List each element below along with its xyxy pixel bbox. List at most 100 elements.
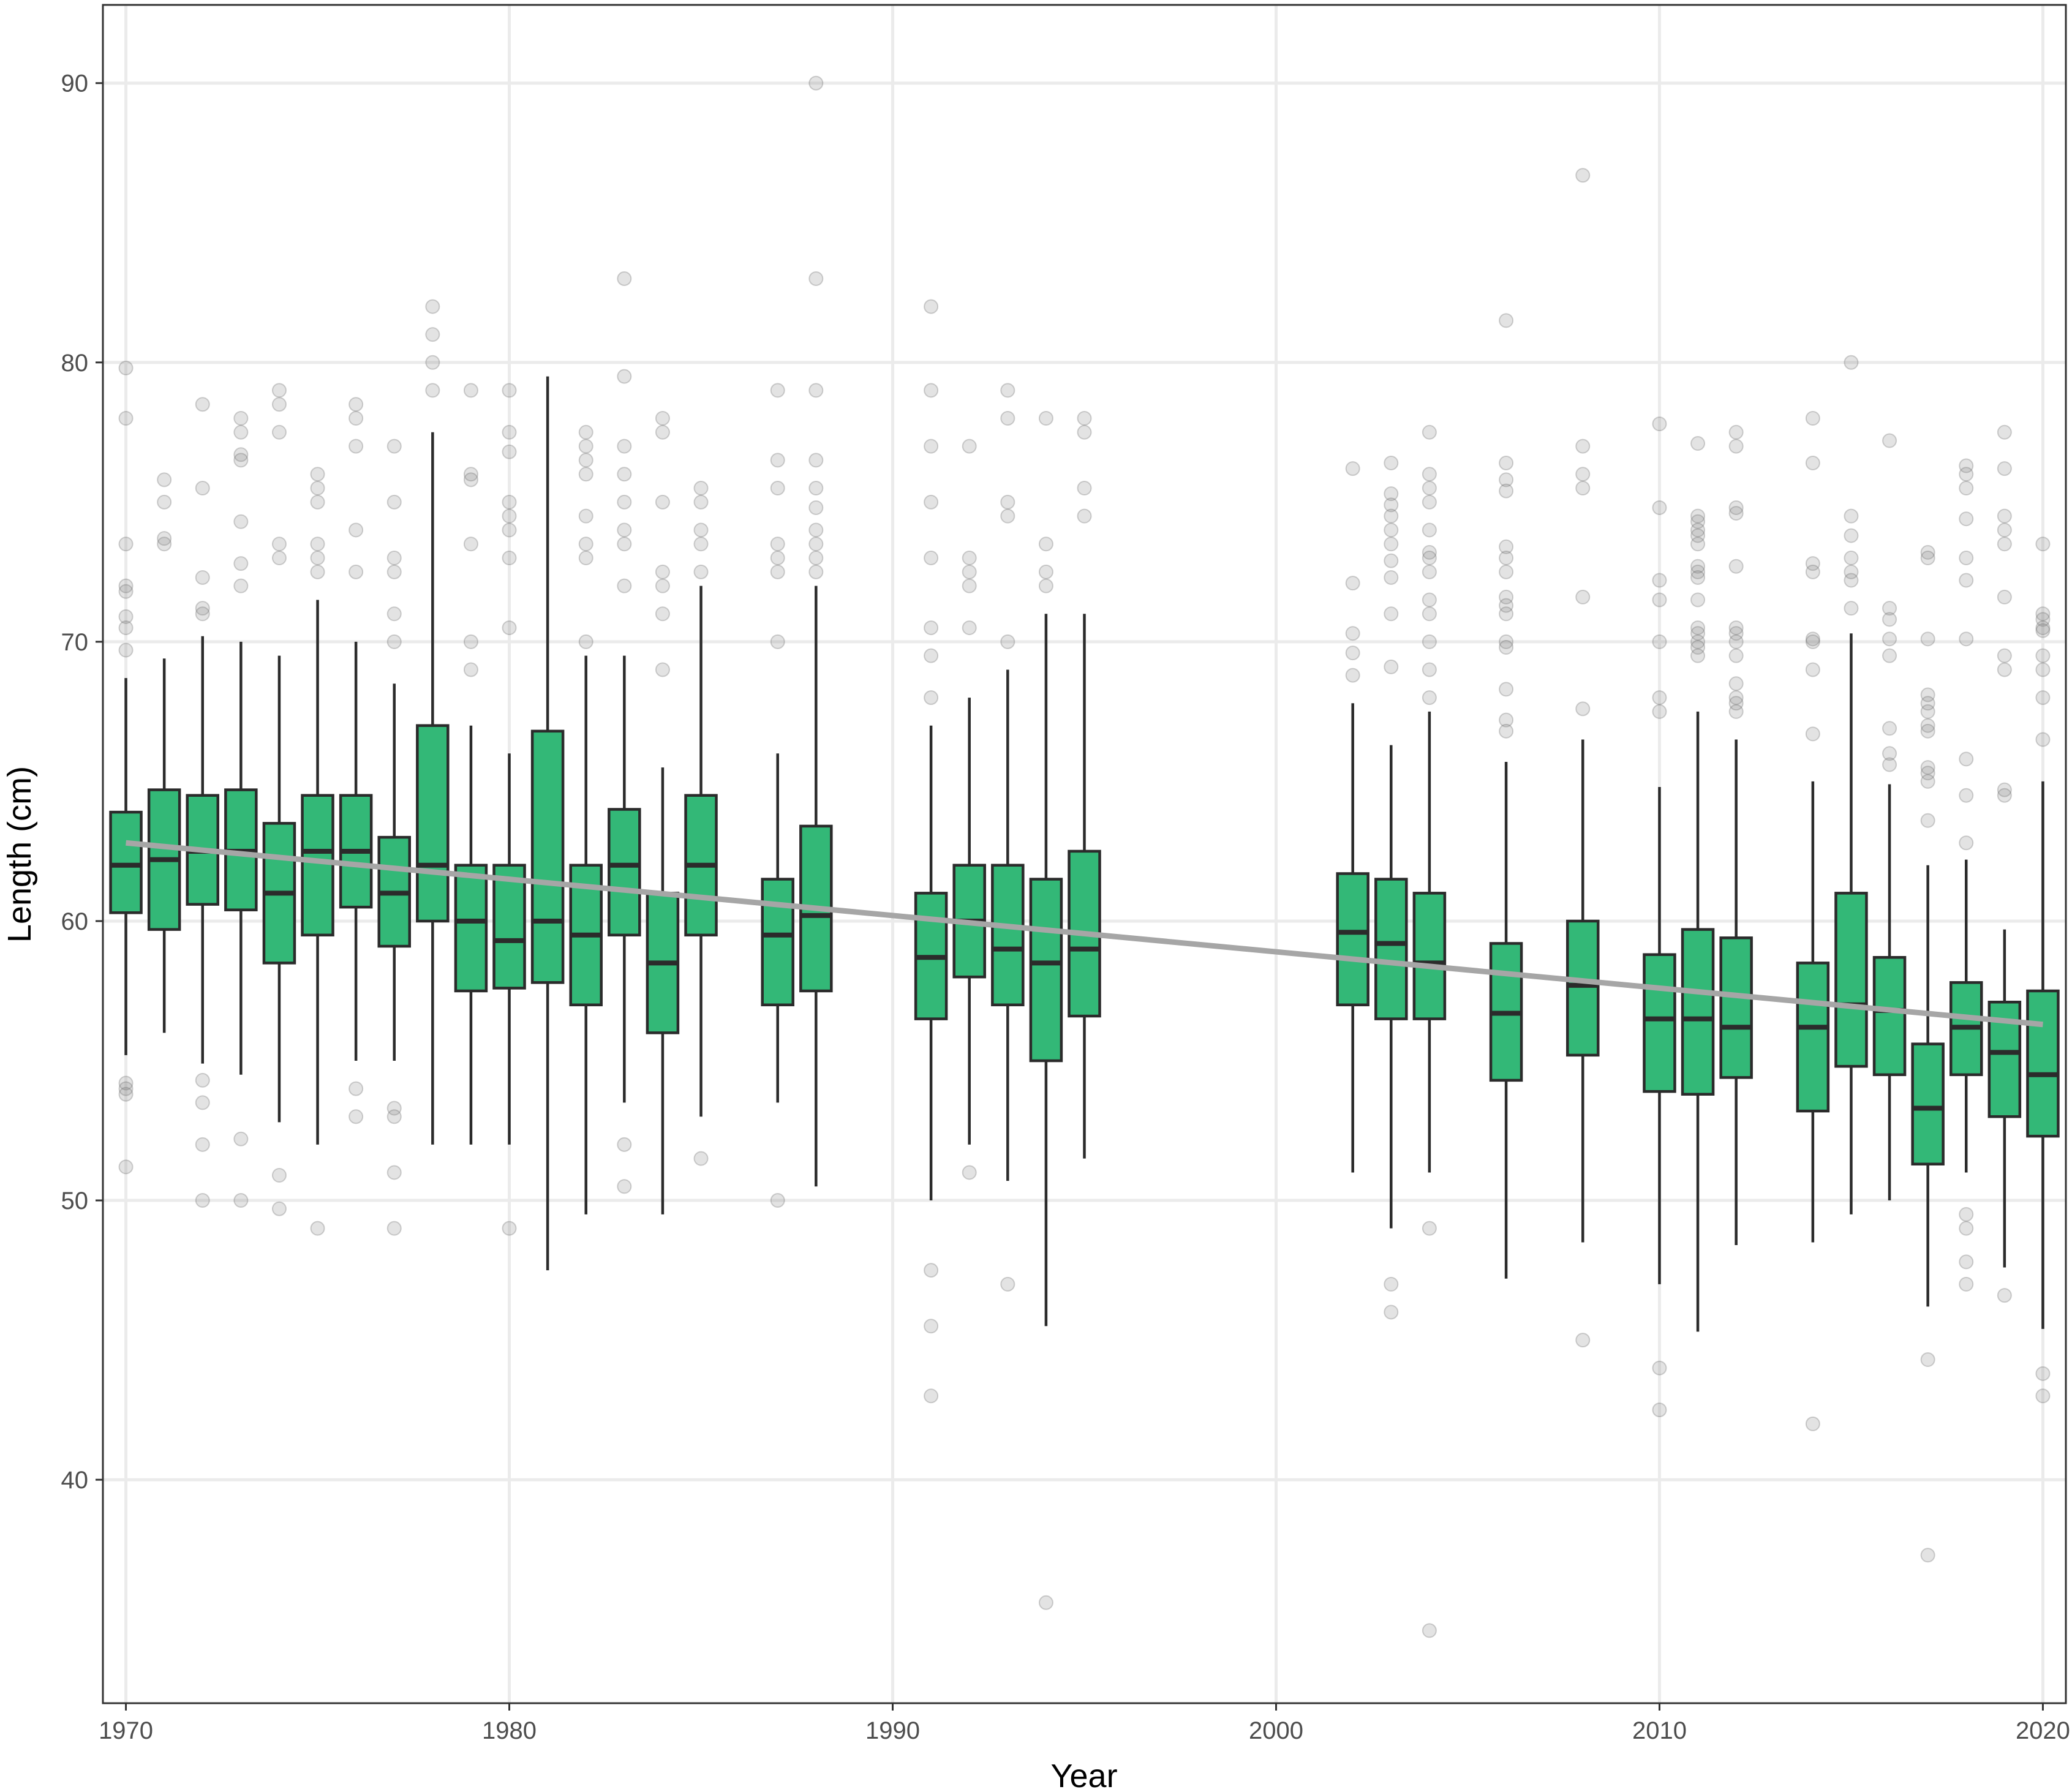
outlier-point xyxy=(1959,1276,1974,1292)
outlier-point xyxy=(386,1221,402,1236)
outlier-point xyxy=(1728,439,1744,454)
outlier-point xyxy=(1997,589,2012,604)
outlier-point xyxy=(233,1193,249,1208)
outlier-point xyxy=(1652,704,1667,719)
outlier-point xyxy=(2035,732,2051,747)
outlier-point xyxy=(924,1319,939,1334)
outlier-point xyxy=(425,299,440,314)
outlier-point xyxy=(1959,1221,1974,1236)
outlier-point xyxy=(578,508,593,524)
outlier-point xyxy=(463,472,478,488)
outlier-point xyxy=(1345,626,1360,641)
x-tick-label: 1990 xyxy=(865,1717,920,1744)
outlier-point xyxy=(655,578,670,593)
outlier-point xyxy=(1422,467,1437,482)
box-body xyxy=(1374,878,1408,1020)
outlier-point xyxy=(1690,436,1706,451)
box-body xyxy=(2026,989,2060,1138)
outlier-point xyxy=(1384,1304,1399,1320)
outlier-point xyxy=(463,662,478,677)
outlier-point xyxy=(271,1167,287,1183)
outlier-point xyxy=(1422,1623,1437,1638)
outlier-point xyxy=(233,578,249,593)
outlier-point xyxy=(578,453,593,468)
outlier-point xyxy=(924,439,939,454)
outlier-point xyxy=(617,467,632,482)
outlier-point xyxy=(118,1159,134,1175)
outlier-point xyxy=(348,1109,364,1124)
outlier-point xyxy=(1652,690,1667,706)
outlier-point xyxy=(310,467,325,482)
outlier-point xyxy=(1575,701,1591,717)
outlier-point xyxy=(924,383,939,398)
outlier-point xyxy=(1422,424,1437,440)
outlier-point xyxy=(425,383,440,398)
outlier-point xyxy=(118,584,134,599)
outlier-point xyxy=(1844,601,1859,616)
outlier-point xyxy=(1920,774,1935,789)
outlier-point xyxy=(502,522,517,538)
outlier-point xyxy=(195,481,210,496)
outlier-point xyxy=(118,1086,134,1102)
outlier-point xyxy=(1920,813,1935,828)
outlier-point xyxy=(1000,508,1015,524)
outlier-point xyxy=(1422,564,1437,579)
outlier-point xyxy=(578,467,593,482)
outlier-point xyxy=(1959,467,1974,482)
outlier-point xyxy=(617,522,632,538)
outlier-point xyxy=(386,439,402,454)
outlier-point xyxy=(962,620,977,636)
outlier-point xyxy=(1844,528,1859,543)
outlier-point xyxy=(1997,424,2012,440)
outlier-point xyxy=(693,481,709,496)
box-body xyxy=(1566,919,1600,1057)
outlier-point xyxy=(1499,313,1514,328)
outlier-point xyxy=(1690,648,1706,663)
outlier-point xyxy=(1652,500,1667,515)
outlier-point xyxy=(195,1193,210,1208)
outlier-point xyxy=(1652,573,1667,588)
box-body xyxy=(1911,1042,1945,1166)
outlier-point xyxy=(502,620,517,636)
outlier-point xyxy=(386,564,402,579)
outlier-point xyxy=(1038,536,1053,552)
outlier-point xyxy=(770,536,785,552)
outlier-point xyxy=(386,606,402,622)
outlier-point xyxy=(1575,168,1591,183)
y-tick-label: 90 xyxy=(61,70,89,97)
outlier-point xyxy=(386,634,402,649)
outlier-point xyxy=(1499,639,1514,655)
outlier-point xyxy=(1997,536,2012,552)
outlier-point xyxy=(1077,508,1092,524)
outlier-point xyxy=(617,536,632,552)
outlier-point xyxy=(348,439,364,454)
outlier-point xyxy=(502,444,517,459)
x-tick-label: 1970 xyxy=(99,1717,153,1744)
box-body xyxy=(1681,928,1715,1096)
outlier-point xyxy=(1575,467,1591,482)
outlier-point xyxy=(386,551,402,566)
outlier-point xyxy=(1805,411,1820,426)
outlier-point xyxy=(233,514,249,529)
outlier-point xyxy=(1728,506,1744,521)
outlier-point xyxy=(157,494,172,510)
box-body xyxy=(454,864,488,993)
outlier-point xyxy=(463,383,478,398)
outlier-point xyxy=(310,1221,325,1236)
outlier-point xyxy=(1384,570,1399,585)
outlier-point xyxy=(1920,1548,1935,1563)
outlier-point xyxy=(1000,494,1015,510)
outlier-point xyxy=(195,606,210,622)
outlier-point xyxy=(924,299,939,314)
box-body xyxy=(530,729,565,984)
boxplot-chart: 1970 1980 1990 2000 2010 2020 40 50 60 70 80 90 Ye… xyxy=(1,4,2070,1792)
outlier-point xyxy=(770,453,785,468)
outlier-point xyxy=(1959,788,1974,803)
outlier-point xyxy=(1997,508,2012,524)
outlier-point xyxy=(962,578,977,593)
outlier-point xyxy=(1959,481,1974,496)
x-tick-label: 2000 xyxy=(1249,1717,1303,1744)
outlier-point xyxy=(655,606,670,622)
outlier-point xyxy=(271,551,287,566)
outlier-point xyxy=(1997,788,2012,803)
